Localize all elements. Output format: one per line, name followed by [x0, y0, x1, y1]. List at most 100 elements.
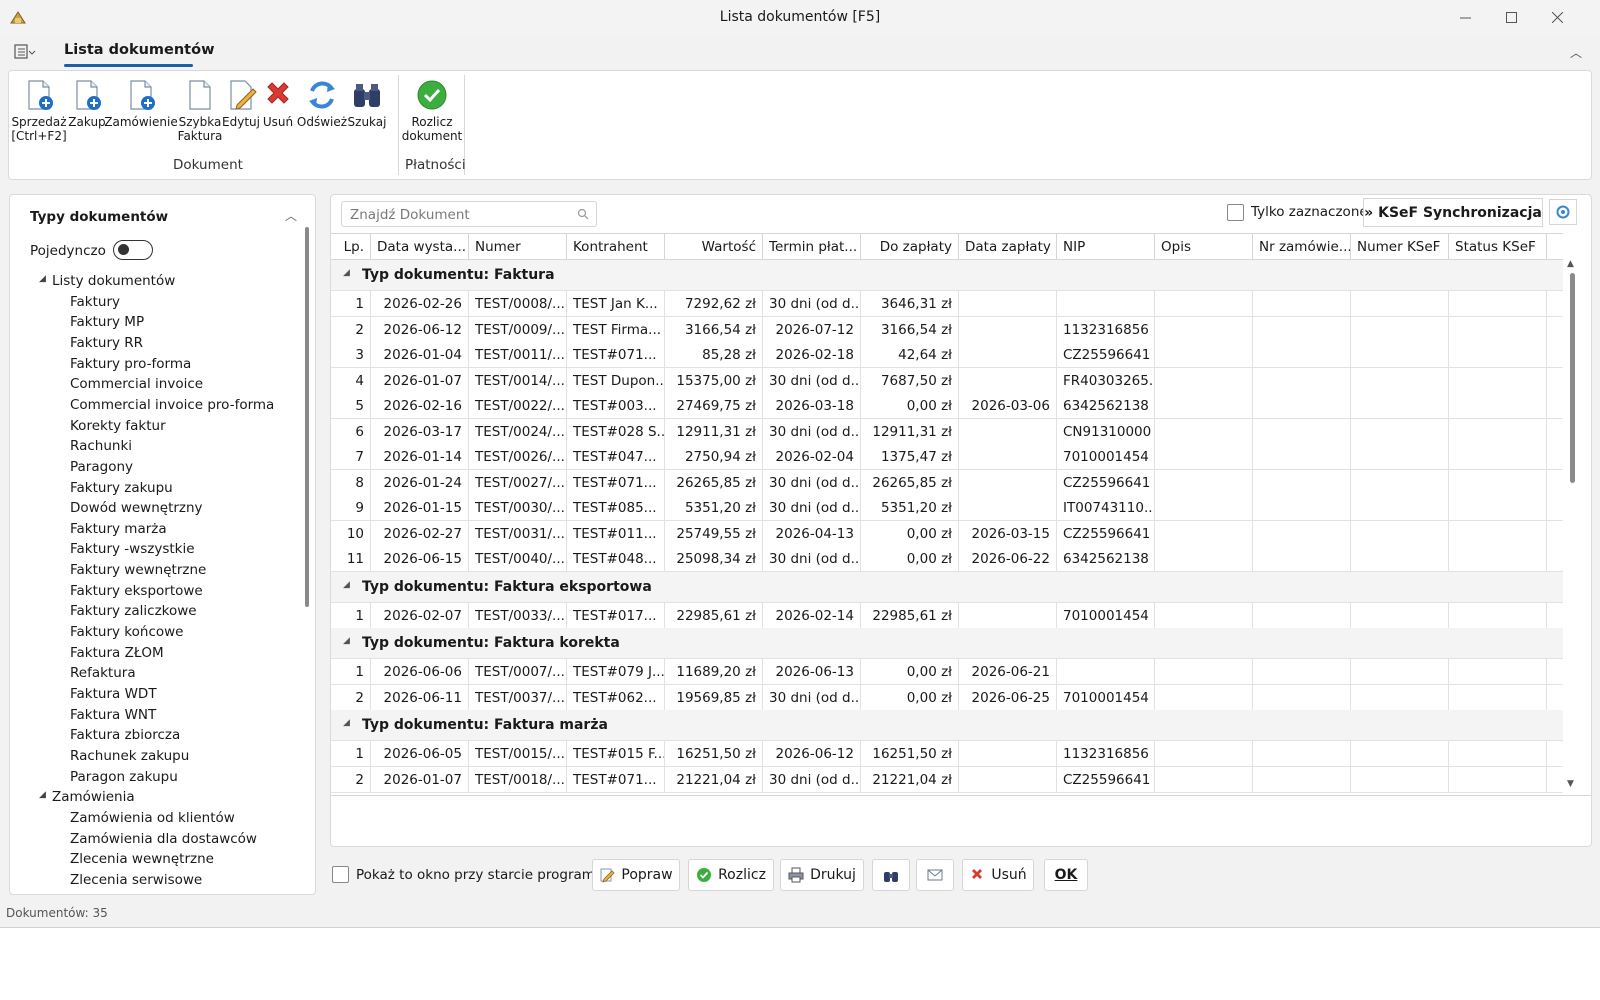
table-row[interactable]: 2 2026-06-11 TEST/0037/... TEST#062... 19569… [331, 684, 1563, 711]
delete-button[interactable]: Usuń [263, 79, 293, 129]
tab-document-list[interactable]: Lista dokumentów [64, 42, 214, 58]
table-row[interactable]: 7 2026-01-14 TEST/0026/... TEST#047... 2750,… [331, 444, 1563, 470]
refresh-button[interactable]: Odśwież [297, 79, 347, 129]
table-cell [1351, 367, 1449, 394]
collapse-panel-icon[interactable]: ︿ [285, 207, 297, 224]
find-small-button[interactable] [872, 859, 910, 891]
table-cell: 12911,31 zł [665, 418, 763, 445]
table-row[interactable]: 10 2026-02-27 TEST/0031/... TEST#011... 2574… [331, 520, 1563, 547]
maximize-button[interactable] [1488, 0, 1534, 34]
table-cell: 12911,31 zł [861, 418, 959, 445]
left-panel-scrollbar[interactable] [305, 227, 309, 607]
table-row[interactable]: 6 2026-03-17 TEST/0024/... TEST#028 S... 129… [331, 418, 1563, 445]
table-row[interactable]: 11 2026-06-15 TEST/0040/... TEST#048... 2509… [331, 546, 1563, 572]
table-row[interactable]: 1 2026-06-06 TEST/0007/... TEST#079 J... 116… [331, 659, 1563, 685]
order-button[interactable]: Zamówienie [104, 79, 178, 129]
tree-item-label: Zlecenia serwisowe [70, 871, 203, 888]
tree-item-label: Zlecenia wewnętrzne [70, 851, 214, 868]
group-collapse-icon[interactable]: ◢ [343, 580, 350, 590]
table-cell [959, 602, 1057, 629]
column-header[interactable]: Termin płat... [763, 234, 861, 260]
quick-access-menu-icon[interactable] [14, 43, 36, 61]
table-row[interactable]: 9 2026-01-15 TEST/0030/... TEST#085... 5351,… [331, 495, 1563, 521]
tree-expand-icon[interactable]: ◢ [39, 274, 46, 284]
only-selected-label: Tylko zaznaczone [1251, 204, 1368, 220]
column-header[interactable]: Numer KSeF [1351, 234, 1449, 260]
group-row[interactable]: ◢ Typ dokumentu: Faktura marża [331, 710, 1563, 741]
column-header[interactable]: Nr zamówie... [1253, 234, 1351, 260]
print-button[interactable]: Drukuj [780, 859, 864, 891]
settle-button[interactable]: Rozlicz [688, 859, 774, 891]
column-header[interactable]: Kontrahent [567, 234, 665, 260]
table-row[interactable]: 3 2026-01-04 TEST/0011/... TEST#071... 85,28… [331, 342, 1563, 368]
table-row[interactable]: 1 2026-06-05 TEST/0015/... TEST#015 F... 162… [331, 741, 1563, 767]
email-button[interactable] [916, 859, 954, 891]
column-header[interactable]: Do zapłaty [861, 234, 959, 260]
single-mode-label: Pojedynczo [30, 243, 106, 259]
close-button[interactable] [1534, 0, 1580, 34]
quick-invoice-button[interactable]: Szybka Faktura [178, 79, 222, 143]
show-on-start-checkbox[interactable] [332, 866, 349, 883]
grid-scrollbar[interactable]: ▲ ▼ [1563, 259, 1581, 791]
table-cell: TEST#011... [567, 520, 665, 547]
tree-item-label: Faktury zaliczkowe [70, 603, 197, 620]
find-button[interactable]: Szukaj [348, 79, 386, 129]
sync-settings-button[interactable] [1549, 199, 1577, 225]
sale-button[interactable]: Sprzedaż [Ctrl+F2] [11, 79, 67, 143]
fix-button[interactable]: Popraw [592, 859, 680, 891]
table-cell [1253, 291, 1351, 317]
table-cell [1351, 444, 1449, 470]
table-row[interactable]: 1 2026-02-07 TEST/0033/... TEST#017... 22985… [331, 602, 1563, 629]
grid-scrollbar-thumb[interactable] [1570, 273, 1575, 483]
table-cell [1155, 684, 1253, 711]
column-header[interactable]: NIP [1057, 234, 1155, 260]
print-label: Drukuj [810, 867, 856, 883]
ok-button[interactable]: OK [1044, 859, 1088, 891]
table-cell [1155, 469, 1253, 496]
search-input[interactable]: Znajdź Dokument [341, 201, 597, 227]
settle-document-button[interactable]: Rozlicz dokument [402, 79, 462, 143]
delete-label: Usuń [262, 115, 294, 129]
group-row[interactable]: ◢ Typ dokumentu: Faktura eksportowa [331, 571, 1563, 603]
search-icon [577, 208, 589, 220]
tree-item-label: Faktury eksportowe [70, 582, 203, 599]
column-header[interactable]: Data wysta... [371, 234, 469, 260]
group-row[interactable]: ◢ Typ dokumentu: Faktura [331, 260, 1563, 291]
table-cell: 2026-01-14 [371, 444, 469, 470]
collapse-ribbon-icon[interactable]: ︿ [1570, 44, 1586, 60]
table-cell [1351, 291, 1449, 317]
scroll-down-icon[interactable]: ▼ [1567, 779, 1574, 789]
column-header[interactable]: Wartość [665, 234, 763, 260]
table-row[interactable]: 2 2026-01-07 TEST/0018/... TEST#071... 21221… [331, 766, 1563, 793]
tree-expand-icon[interactable]: ◢ [39, 790, 46, 800]
group-collapse-icon[interactable]: ◢ [343, 718, 350, 728]
ok-label: OK [1054, 867, 1078, 883]
delete-bottom-button[interactable]: Usuń [962, 859, 1034, 891]
scroll-up-icon[interactable]: ▲ [1567, 259, 1574, 269]
table-cell [1155, 495, 1253, 521]
table-cell: FR40303265... [1057, 367, 1155, 394]
column-header[interactable]: Data zapłaty [959, 234, 1057, 260]
table-row[interactable]: 1 2026-02-26 TEST/0008/... TEST Jan K... 729… [331, 291, 1563, 317]
table-cell: TEST/0040/... [469, 546, 567, 572]
table-cell [959, 741, 1057, 767]
table-row[interactable]: 8 2026-01-24 TEST/0027/... TEST#071... 26265… [331, 469, 1563, 496]
table-row[interactable]: 2 2026-06-12 TEST/0009/... TEST Firma... 316… [331, 316, 1563, 343]
single-mode-toggle[interactable] [113, 240, 153, 260]
group-row[interactable]: ◢ Typ dokumentu: Faktura korekta [331, 628, 1563, 659]
group-collapse-icon[interactable]: ◢ [343, 268, 350, 278]
column-header[interactable]: Status KSeF [1449, 234, 1547, 260]
column-header[interactable]: Opis [1155, 234, 1253, 260]
table-row[interactable]: 4 2026-01-07 TEST/0014/... TEST Dupon... 153… [331, 367, 1563, 394]
table-cell: TEST Dupon... [567, 367, 665, 394]
edit-button[interactable]: Edytuj [222, 79, 260, 129]
group-collapse-icon[interactable]: ◢ [343, 636, 350, 646]
minimize-button[interactable] [1442, 0, 1488, 34]
column-header[interactable]: Lp. [331, 234, 371, 260]
purchase-button[interactable]: Zakup [68, 79, 106, 129]
column-header[interactable]: Numer [469, 234, 567, 260]
ribbon-group-payments-label: Płatności [405, 157, 466, 173]
only-selected-checkbox[interactable] [1227, 204, 1244, 221]
ksef-sync-button[interactable]: » KSeF Synchronizacja [1363, 198, 1543, 227]
table-row[interactable]: 5 2026-02-16 TEST/0022/... TEST#003... 27469… [331, 393, 1563, 419]
